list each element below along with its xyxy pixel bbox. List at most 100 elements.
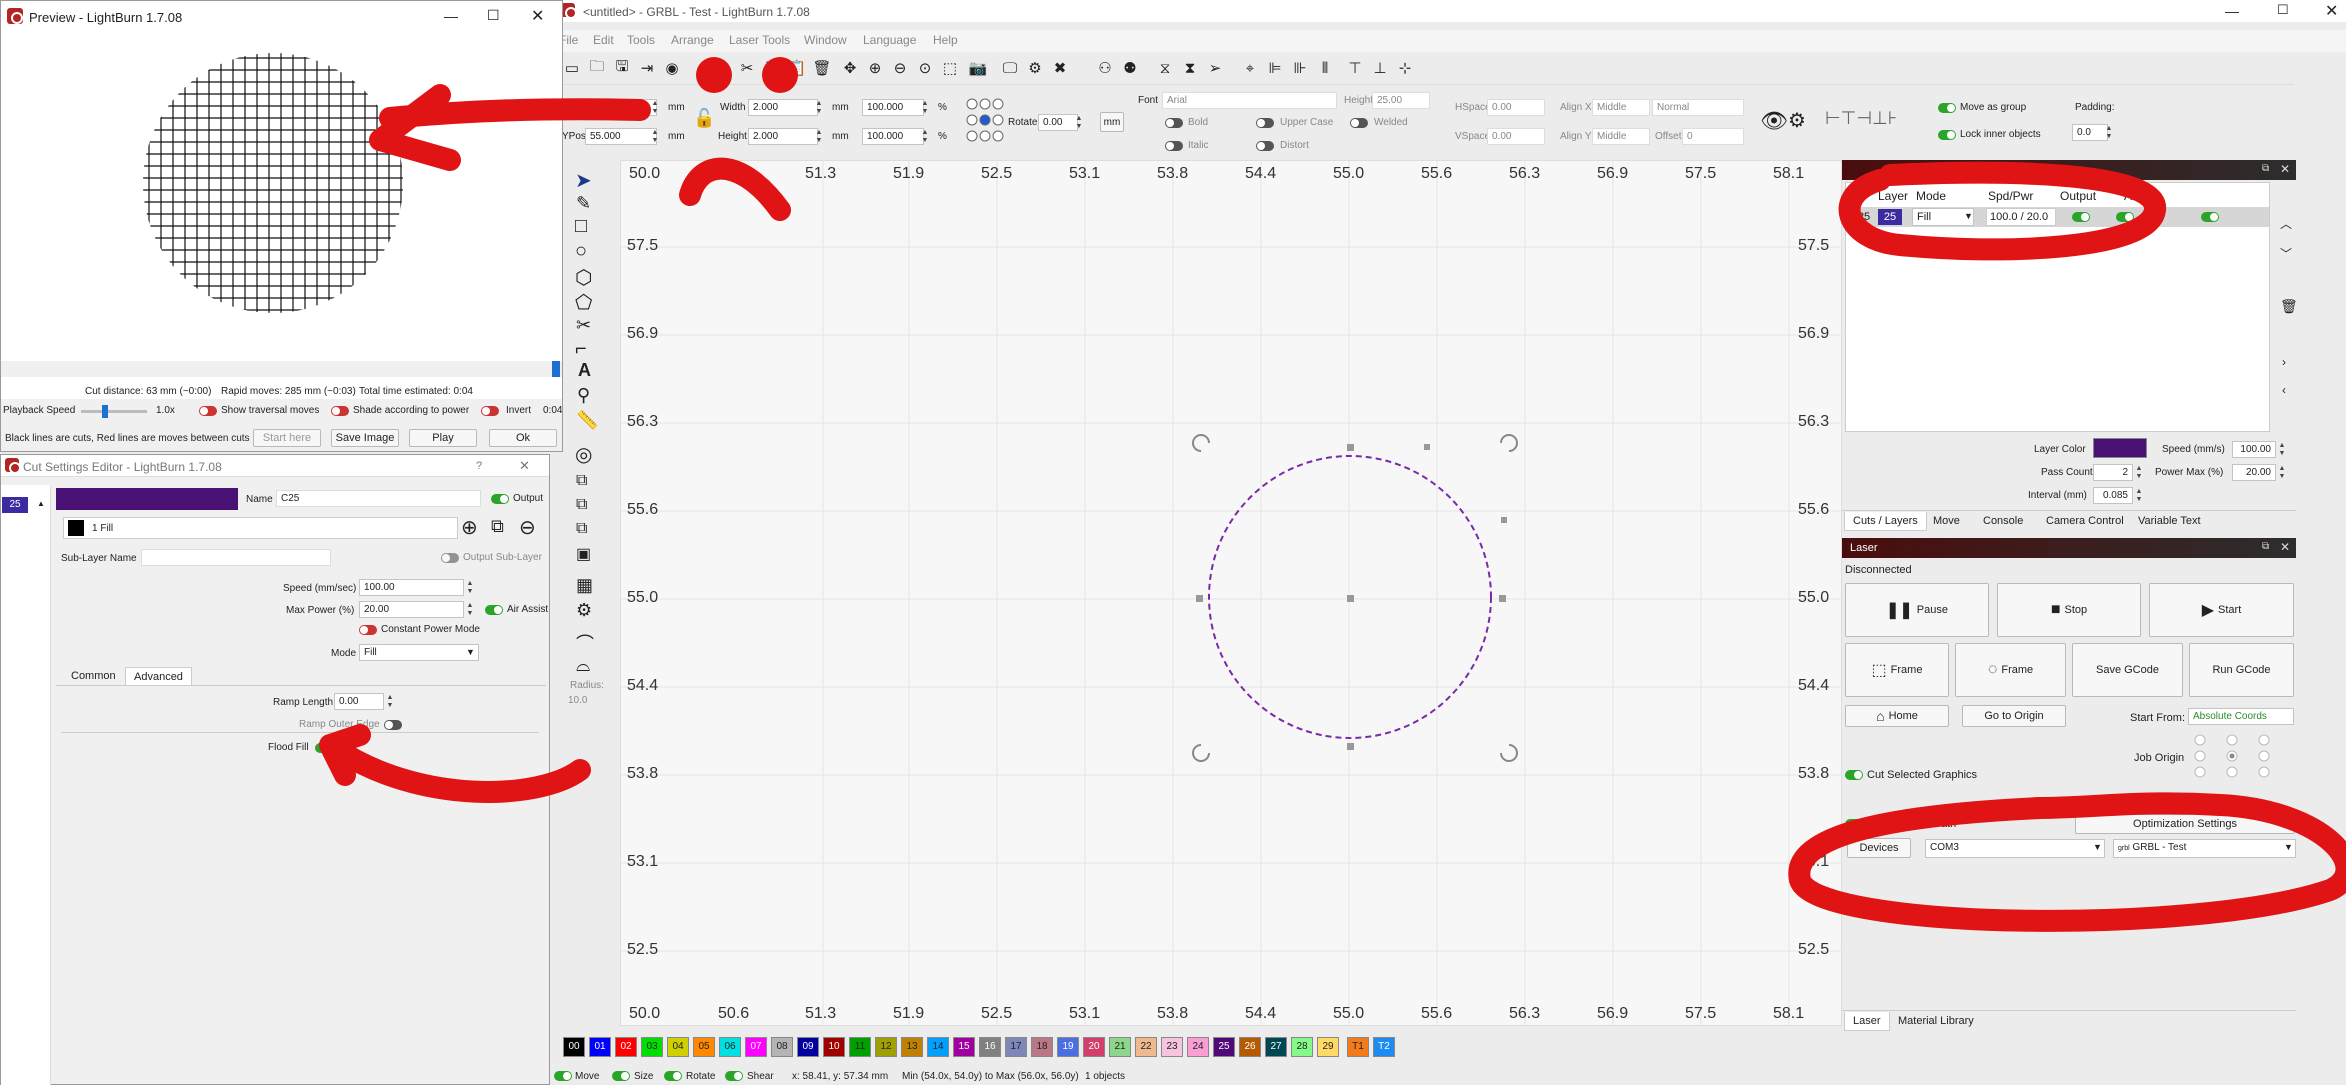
- palette-swatch[interactable]: 29: [1317, 1037, 1339, 1057]
- help-button[interactable]: ?: [476, 460, 482, 472]
- circular-array-icon[interactable]: ⚙: [576, 600, 592, 621]
- zoom-in-icon[interactable]: ⊕: [865, 58, 885, 78]
- palette-swatch[interactable]: 08: [771, 1037, 793, 1057]
- air-assist-toggle[interactable]: [485, 605, 503, 615]
- palette-swatch[interactable]: 24: [1187, 1037, 1209, 1057]
- tab-cuts-layers[interactable]: Cuts / Layers: [1844, 512, 1927, 531]
- boolean-union-icon[interactable]: ⧉: [576, 472, 587, 490]
- tab-camera-control[interactable]: Camera Control: [2038, 512, 2132, 530]
- maximize-icon[interactable]: ☐: [2277, 2, 2289, 18]
- port-select[interactable]: COM3: [1925, 839, 2105, 858]
- name-field[interactable]: C25: [276, 490, 481, 507]
- cut-row-c25[interactable]: C25 25 Fill ▼ 100.0 / 20.0: [1846, 207, 2269, 227]
- palette-swatch[interactable]: 13: [901, 1037, 923, 1057]
- tab-move[interactable]: Move: [1925, 512, 1968, 530]
- palette-swatch[interactable]: 04: [667, 1037, 689, 1057]
- palette-swatch[interactable]: 12: [875, 1037, 897, 1057]
- zoom-out-icon[interactable]: ⊖: [890, 58, 910, 78]
- rectangle-tool-icon[interactable]: □: [575, 215, 587, 238]
- open-folder-icon[interactable]: 🗀: [587, 58, 607, 78]
- next-icon[interactable]: ›: [2282, 355, 2286, 369]
- cuts-panel-float-icon[interactable]: ⧉: [2262, 163, 2269, 174]
- palette-swatch[interactable]: T2: [1373, 1037, 1395, 1057]
- group-icon[interactable]: ⚇: [1095, 58, 1115, 78]
- vspace-field[interactable]: 0.00: [1487, 128, 1545, 145]
- menu-help[interactable]: Help: [933, 33, 958, 47]
- new-file-icon[interactable]: ▭: [562, 58, 582, 78]
- start-button[interactable]: ▶ Start: [2149, 583, 2294, 637]
- speed-spinner[interactable]: ▲ ▼: [466, 580, 474, 597]
- text-height-field[interactable]: 25.00: [1372, 92, 1430, 109]
- palette-swatch[interactable]: 23: [1161, 1037, 1183, 1057]
- height-spinner[interactable]: ▲ ▼: [815, 129, 823, 146]
- palette-swatch[interactable]: 16: [979, 1037, 1001, 1057]
- grid-array-icon[interactable]: ▦: [576, 575, 593, 596]
- paste-icon[interactable]: 📋: [787, 58, 807, 78]
- palette-swatch[interactable]: 26: [1239, 1037, 1261, 1057]
- shade-toggle[interactable]: [331, 406, 349, 416]
- ramp-length-spinner[interactable]: ▲ ▼: [386, 694, 394, 711]
- ypos-field[interactable]: 55.000: [585, 128, 657, 145]
- rotate-field[interactable]: 0.00: [1038, 114, 1078, 131]
- scroll-up-icon[interactable]: ▲: [37, 499, 45, 508]
- lock-inner-toggle[interactable]: [1938, 130, 1956, 140]
- power-max-spinner[interactable]: ▲ ▼: [2278, 465, 2286, 482]
- menu-tools[interactable]: Tools: [627, 33, 655, 47]
- optimization-settings-button[interactable]: Optimization Settings: [2075, 814, 2295, 834]
- import-icon[interactable]: ◉: [662, 58, 682, 78]
- save-image-button[interactable]: Save Image: [331, 429, 399, 447]
- scale-height-field[interactable]: 100.000: [862, 128, 924, 145]
- pass-count-field[interactable]: 2: [2093, 464, 2133, 481]
- offset-field[interactable]: 0: [1682, 128, 1744, 145]
- welded-toggle[interactable]: [1350, 118, 1368, 128]
- font-select[interactable]: Arial: [1162, 92, 1337, 109]
- align-right-icon[interactable]: ⊪: [1290, 58, 1310, 78]
- padding-field[interactable]: 0.0: [2072, 124, 2108, 141]
- pause-button[interactable]: ❚❚ Pause: [1845, 583, 1989, 637]
- palette-swatch[interactable]: 22: [1135, 1037, 1157, 1057]
- play-button[interactable]: Play: [409, 429, 477, 447]
- text-tool-icon[interactable]: A: [578, 360, 591, 381]
- distort-toggle[interactable]: [1256, 141, 1274, 151]
- tab-common[interactable]: Common: [63, 667, 124, 685]
- sublayer-item[interactable]: 1 Fill: [63, 517, 458, 539]
- palette-swatch[interactable]: 01: [589, 1037, 611, 1057]
- move-toggle[interactable]: [554, 1071, 572, 1081]
- sublayer-name-field[interactable]: [141, 549, 331, 566]
- row-output-toggle[interactable]: [2072, 212, 2090, 222]
- devices-button[interactable]: Devices: [1847, 838, 1911, 858]
- device-select[interactable]: grbl GRBL - Test: [2113, 839, 2296, 858]
- interval-spinner[interactable]: ▲ ▼: [2135, 488, 2143, 505]
- palette-swatch[interactable]: 20: [1083, 1037, 1105, 1057]
- palette-swatch[interactable]: 02: [615, 1037, 637, 1057]
- units-mm-button[interactable]: mm: [1100, 112, 1124, 132]
- cut-icon[interactable]: ✂: [737, 58, 757, 78]
- monitor-icon[interactable]: 🖵: [1000, 58, 1020, 78]
- add-sublayer-icon[interactable]: ⊕: [461, 515, 478, 540]
- palette-swatch[interactable]: 15: [953, 1037, 975, 1057]
- width-field[interactable]: 2.000: [748, 99, 818, 116]
- palette-swatch[interactable]: 07: [745, 1037, 767, 1057]
- start-from-select[interactable]: Absolute Coords: [2188, 708, 2294, 725]
- invert-toggle[interactable]: [481, 406, 499, 416]
- ramp-outer-edge-toggle[interactable]: [384, 720, 402, 730]
- stop-button[interactable]: ■ Stop: [1997, 583, 2141, 637]
- pass-count-spinner[interactable]: ▲ ▼: [2135, 465, 2143, 482]
- laser-device-icon[interactable]: ⚙: [1788, 108, 1806, 133]
- bold-toggle[interactable]: [1165, 118, 1183, 128]
- start-here-button[interactable]: Start here: [253, 429, 321, 447]
- speed-field[interactable]: 100.00: [359, 579, 464, 596]
- max-power-field[interactable]: 20.00: [359, 601, 464, 618]
- boolean-diff-icon[interactable]: ⧉: [576, 496, 587, 514]
- shear-toggle[interactable]: [725, 1071, 743, 1081]
- speed-spinner[interactable]: ▲ ▼: [2278, 442, 2286, 459]
- zoom-fit-icon[interactable]: ⊙: [915, 58, 935, 78]
- menu-window[interactable]: Window: [804, 33, 847, 47]
- xpos-field[interactable]: 55.000: [585, 99, 657, 116]
- text-mode-select[interactable]: Normal: [1652, 99, 1744, 116]
- tab-console[interactable]: Console: [1975, 512, 2031, 530]
- measure-tool-icon[interactable]: 📏: [576, 410, 598, 431]
- scale-h-spinner[interactable]: ▲ ▼: [921, 129, 929, 146]
- settings-gear-icon[interactable]: ⚙: [1025, 58, 1045, 78]
- progress-handle[interactable]: [552, 361, 560, 377]
